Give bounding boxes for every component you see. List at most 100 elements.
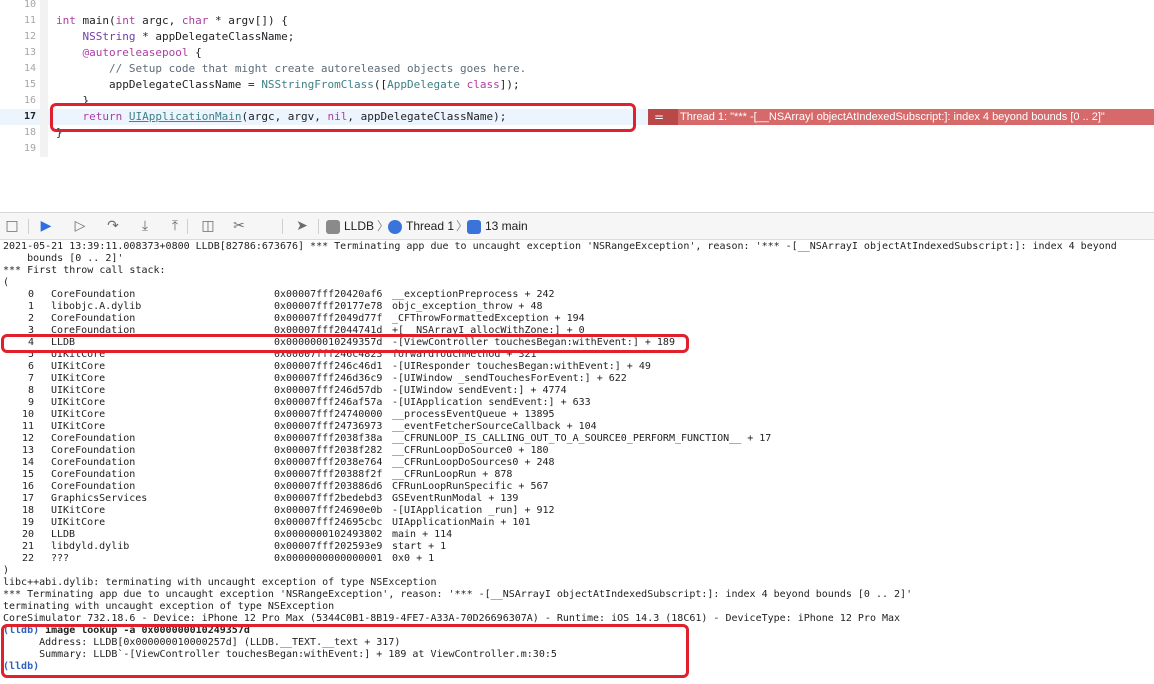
line-ribbon <box>40 29 48 45</box>
lldb-command: image lookup -a 0x000000010249357d <box>39 625 250 636</box>
code-token: (argc, argv, <box>241 110 328 123</box>
frame-idx: 1 <box>27 301 34 312</box>
code-token: class <box>466 78 500 91</box>
code-token: int <box>56 14 83 27</box>
line-ribbon <box>40 93 48 109</box>
code-line-11[interactable]: 11 int main(int argc, char * argv[]) { <box>0 13 1154 29</box>
step-into-button[interactable]: ⤓ <box>135 217 155 235</box>
frame-addr: 0x00007fff246d57db <box>274 385 383 396</box>
frame-lib: UIKitCore <box>51 409 106 420</box>
crumb-frame-label: 13 main <box>485 219 528 233</box>
frame-addr: 0x00007fff2044741d <box>274 325 383 336</box>
code-text: } <box>56 125 63 141</box>
crumb-thread[interactable]: Thread 1 <box>388 213 454 241</box>
frame-addr: 0x00007fff20177e78 <box>274 301 383 312</box>
debug-view-hierarchy-icon: ◫ <box>201 218 215 234</box>
frame-addr: 0x00007fff2038f282 <box>274 445 383 456</box>
breakpoints-toggle-icon: ▶ <box>40 218 52 234</box>
crumb-frame[interactable]: 13 main <box>467 213 528 241</box>
frame-lib: CoreFoundation <box>51 433 136 444</box>
code-text: appDelegateClassName = NSStringFromClass… <box>56 77 520 93</box>
frame-idx: 0 <box>27 289 34 300</box>
debug-console[interactable]: 2021-05-21 13:39:11.008373+0800 LLDB[827… <box>0 240 1154 684</box>
frame-idx: 8 <box>27 385 34 396</box>
step-over-button[interactable]: ↷ <box>103 217 123 235</box>
frame-sym: main + 114 <box>392 529 453 540</box>
line-number: 16 <box>23 95 36 106</box>
frame-idx: 6 <box>27 361 34 372</box>
frame-lib: CoreFoundation <box>51 289 136 300</box>
frame-lib: CoreFoundation <box>51 325 136 336</box>
code-line-12[interactable]: 12 NSString * appDelegateClassName; <box>0 29 1154 45</box>
stack-frame-row: 9 UIKitCore 0x00007fff246af57a -[UIApplicat… <box>0 397 1154 409</box>
frame-idx: 2 <box>27 313 34 324</box>
code-token: NSString <box>82 30 136 43</box>
console-line: ( <box>3 277 10 288</box>
frame-sym: -[UIApplication _run] + 912 <box>392 505 555 516</box>
frame-lib: CoreFoundation <box>51 445 136 456</box>
frame-addr: 0x00007fff202593e9 <box>274 541 383 552</box>
lookup-result-line: Address: LLDB[0x000000010000257d] (LLDB.… <box>3 637 401 648</box>
code-token: // Setup code that might create autorele… <box>108 62 527 75</box>
simulate-location-button[interactable]: ➤ <box>292 217 312 235</box>
code-text: NSString * appDelegateClassName; <box>56 29 295 45</box>
continue-button[interactable]: ▷ <box>70 217 90 235</box>
frame-idx: 12 <box>21 433 34 444</box>
code-line-15[interactable]: 15 appDelegateClassName = NSStringFromCl… <box>0 77 1154 93</box>
frame-idx: 10 <box>21 409 34 420</box>
frame-sym: +[__NSArrayI allocWithZone:] + 0 <box>392 325 585 336</box>
code-line-13[interactable]: 13 @autoreleasepool { <box>0 45 1154 61</box>
code-line-18[interactable]: 18} <box>0 125 1154 141</box>
frame-addr: 0x00007fff2038f38a <box>274 433 383 444</box>
frame-lib: GraphicsServices <box>51 493 148 504</box>
line-ribbon <box>40 0 48 13</box>
console-line: bounds [0 .. 2]' <box>3 253 124 264</box>
frame-addr: 0x00007fff24736973 <box>274 421 383 432</box>
breakpoints-toggle-button[interactable]: ▶ <box>36 217 56 235</box>
code-line-14[interactable]: 14 // Setup code that might create autor… <box>0 61 1154 77</box>
line-number: 17 <box>23 111 36 122</box>
debug-view-hierarchy-button[interactable]: ◫ <box>198 217 218 235</box>
frame-sym: 0x0 + 1 <box>392 553 435 564</box>
crumb-target[interactable]: LLDB <box>326 213 374 241</box>
frame-sym: __processEventQueue + 13895 <box>392 409 555 420</box>
frame-lib: UIKitCore <box>51 421 106 432</box>
frame-sym: objc_exception_throw + 48 <box>392 301 543 312</box>
code-token: @autoreleasepool <box>82 46 189 59</box>
code-line-10[interactable]: 10 <box>0 0 1154 13</box>
code-token: * appDelegateClassName; <box>135 30 295 43</box>
code-text: @autoreleasepool { <box>56 45 202 61</box>
source-editor[interactable]: 10 11 int main(int argc, char * argv[]) {1… <box>0 0 1154 212</box>
code-line-19[interactable]: 19 <box>0 141 1154 157</box>
code-token: argc, <box>142 14 182 27</box>
line-number: 15 <box>23 79 36 90</box>
frame-idx: 22 <box>21 553 34 564</box>
frame-idx: 7 <box>27 373 34 384</box>
continue-icon: ▷ <box>74 218 86 234</box>
stack-frame-row: 21 libdyld.dylib 0x00007fff202593e9 start +… <box>0 541 1154 553</box>
frame-addr: 0x00007fff246d36c9 <box>274 373 383 384</box>
code-token: main( <box>82 14 116 27</box>
frame-lib: UIKitCore <box>51 397 106 408</box>
code-text: // Setup code that might create autorele… <box>56 61 526 77</box>
lldb-input-prompt[interactable]: (lldb) <box>3 661 39 673</box>
frame-sym: __CFRUNLOOP_IS_CALLING_OUT_TO_A_SOURCE0_… <box>392 433 772 444</box>
frame-lib: UIKitCore <box>51 385 106 396</box>
frame-lib: LLDB <box>51 337 76 348</box>
hide-debug-area-button[interactable]: □ <box>2 217 22 235</box>
stack-frame-row: 15 CoreFoundation 0x00007fff20388f2f __CFRu… <box>0 469 1154 481</box>
frame-sym: -[UIApplication sendEvent:] + 633 <box>392 397 591 408</box>
code-line-16[interactable]: 16 } <box>0 93 1154 109</box>
frame-sym: start + 1 <box>392 541 447 552</box>
stack-frame-row: 22??? 0x0000000000000001 0x0 + 1 <box>0 553 1154 565</box>
frame-idx: 20 <box>21 529 34 540</box>
memory-graph-button[interactable]: ✂ <box>229 217 249 235</box>
code-token: } <box>56 126 63 139</box>
frame-lib: CoreFoundation <box>51 481 136 492</box>
step-out-button[interactable]: ⤒ <box>165 217 185 235</box>
code-token: NSStringFromClass <box>261 78 374 91</box>
hide-debug-area-icon: □ <box>5 218 19 234</box>
